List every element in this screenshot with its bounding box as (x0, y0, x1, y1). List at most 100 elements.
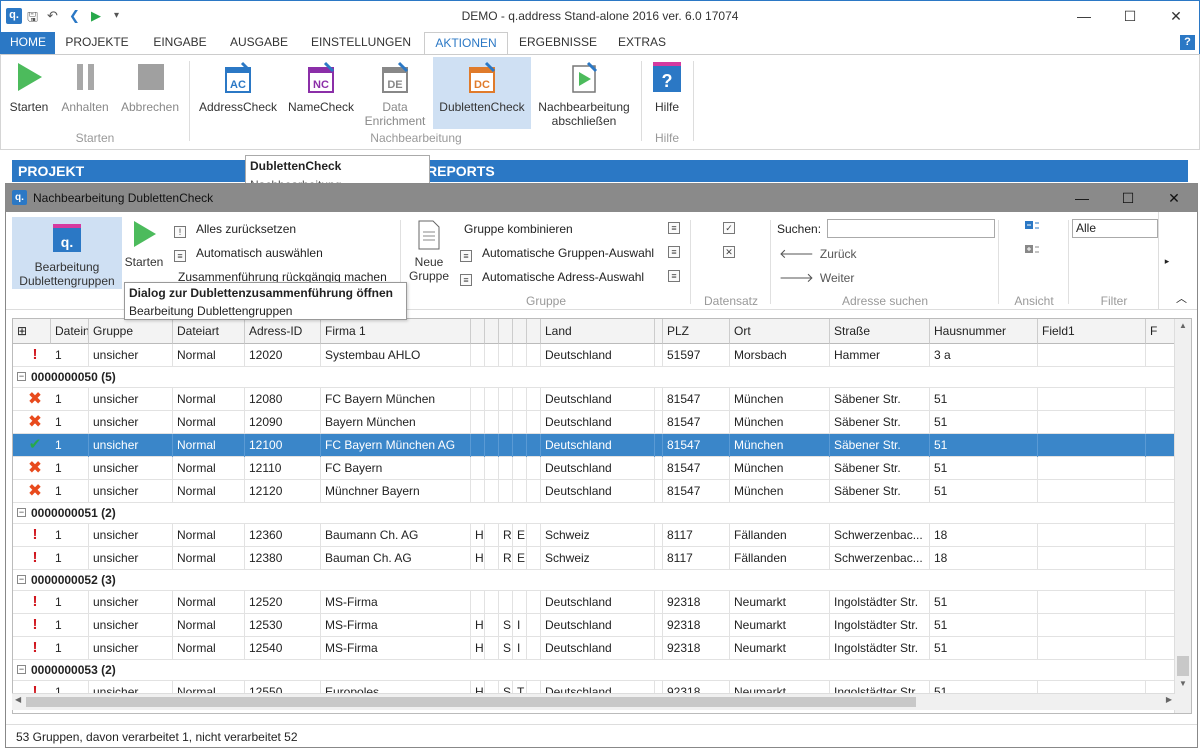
minimize-button[interactable]: — (1061, 1, 1107, 32)
reject-icon[interactable]: ✖ (25, 457, 45, 479)
zurueck-button[interactable]: 🡐 Zurück (779, 246, 857, 262)
namecheck-button[interactable]: NC NameCheck (285, 61, 357, 114)
starten-button[interactable]: Starten (7, 61, 51, 114)
suchen-input[interactable] (827, 219, 995, 238)
table-row[interactable]: ✖ 1 unsicher Normal 12110 FC Bayern Deutschlan… (13, 457, 1176, 480)
dublettencheck-button[interactable]: DC DublettenCheck (433, 57, 531, 129)
reject-icon[interactable]: ✖ (25, 388, 45, 410)
col-land[interactable]: Land (541, 319, 655, 344)
table-row[interactable]: ✖ 1 unsicher Normal 12120 Münchner Bayern Deut… (13, 480, 1176, 503)
col-c1[interactable] (471, 319, 485, 344)
hilfe-button[interactable]: ? Hilfe (647, 61, 687, 114)
col-ort[interactable]: Ort (730, 319, 830, 344)
datensatz-check-icon[interactable]: ✓ (723, 222, 735, 234)
col-adress-id[interactable]: Adress-ID (245, 319, 321, 344)
warning-icon[interactable]: ! (25, 637, 45, 659)
bearbeitung-dublettengruppen-button[interactable]: q. Bearbeitung Dublettengruppen (12, 217, 122, 289)
dialog-starten-button[interactable]: Starten (124, 220, 164, 269)
collapse-group-icon[interactable]: − (17, 575, 26, 584)
automatisch-auswaehlen-button[interactable]: ≡ Automatisch auswählen (174, 246, 323, 262)
col-plz[interactable]: PLZ (663, 319, 730, 344)
datensatz-reject-icon[interactable]: ✕ (723, 246, 735, 258)
addresscheck-button[interactable]: AC AddressCheck (197, 61, 279, 114)
table-row[interactable]: ! 1 unsicher Normal 12360 Baumann Ch. AG H R E Sc… (13, 524, 1176, 547)
scroll-thumb[interactable] (1177, 656, 1189, 676)
group-row[interactable]: −0000000051 (2) (13, 503, 1176, 524)
tab-einstellungen[interactable]: EINSTELLUNGEN (307, 32, 415, 54)
neue-gruppe-button[interactable]: Neue Gruppe (406, 220, 452, 283)
col-gruppe[interactable]: Gruppe (89, 319, 173, 344)
close-button[interactable]: ✕ (1153, 1, 1199, 32)
alles-zuruecksetzen-button[interactable]: ! Alles zurücksetzen (174, 222, 296, 238)
group-row[interactable]: −0000000053 (2) (13, 660, 1176, 681)
col-strasse[interactable]: Straße (830, 319, 930, 344)
tab-projekte[interactable]: PROJEKTE (61, 32, 133, 54)
auto-gruppen-auswahl-button[interactable]: ≡ Automatische Gruppen-Auswahl (460, 246, 654, 262)
warning-icon[interactable]: ! (25, 614, 45, 636)
accept-icon[interactable]: ✔ (25, 434, 45, 456)
tab-ausgabe[interactable]: AUSGABE (223, 32, 295, 54)
list-check-icon-1[interactable]: ≡ (668, 222, 680, 234)
gruppe-kombinieren-button[interactable]: Gruppe kombinieren (464, 222, 573, 236)
col-c2[interactable] (485, 319, 499, 344)
table-row[interactable]: ! 1 unsicher Normal 12020 Systembau AHLO Deuts… (13, 344, 1176, 367)
nachbearbeitung-abschliessen-button[interactable]: Nachbearbeitung abschließen (535, 61, 633, 128)
abbrechen-button[interactable]: Abbrechen (117, 61, 183, 114)
scroll-right-icon[interactable]: ▶ (1166, 695, 1172, 704)
table-row[interactable]: ! 1 unsicher Normal 12540 MS-Firma H S I Deutschl… (13, 637, 1176, 660)
col-firma1[interactable]: Firma 1 (321, 319, 471, 344)
dialog-close-button[interactable]: ✕ (1151, 184, 1197, 212)
col-dateinr[interactable]: Dateinr.: (51, 319, 89, 344)
tab-extras[interactable]: EXTRAS (611, 32, 673, 54)
list-check-icon-2[interactable]: ≡ (668, 246, 680, 258)
table-row[interactable]: ✖ 1 unsicher Normal 12080 FC Bayern München De… (13, 388, 1176, 411)
col-hausnummer[interactable]: Hausnummer (930, 319, 1038, 344)
warning-icon[interactable]: ! (25, 591, 45, 613)
table-row[interactable]: ! 1 unsicher Normal 12380 Bauman Ch. AG H R E Sch… (13, 547, 1176, 570)
dialog-maximize-button[interactable]: ☐ (1105, 184, 1151, 212)
col-field1[interactable]: Field1 (1038, 319, 1146, 344)
collapse-group-icon[interactable]: − (17, 508, 26, 517)
col-c4[interactable] (513, 319, 527, 344)
horizontal-scrollbar[interactable]: ◀ ▶ (12, 693, 1175, 710)
group-row[interactable]: −0000000052 (3) (13, 570, 1176, 591)
anhalten-button[interactable]: Anhalten (57, 61, 113, 114)
col-c5[interactable] (527, 319, 541, 344)
table-row[interactable]: ✔ 1 unsicher Normal 12100 FC Bayern München A… (13, 434, 1176, 457)
collapse-group-icon[interactable]: − (17, 665, 26, 674)
help-icon[interactable]: ? (1180, 35, 1195, 50)
scroll-left-icon[interactable]: ◀ (15, 695, 21, 704)
warning-icon[interactable]: ! (25, 524, 45, 546)
table-row[interactable]: ! 1 unsicher Normal 12530 MS-Firma H S I Deutschl… (13, 614, 1176, 637)
tab-home[interactable]: HOME (1, 32, 55, 54)
reject-icon[interactable]: ✖ (25, 411, 45, 433)
column-chooser-icon[interactable]: ⊞ (13, 319, 51, 344)
col-c6[interactable] (655, 319, 663, 344)
auto-adress-auswahl-button[interactable]: ≡ Automatische Adress-Auswahl (460, 270, 644, 286)
tab-eingabe[interactable]: EINGABE (144, 32, 216, 54)
col-dateiart[interactable]: Dateiart (173, 319, 245, 344)
col-c3[interactable] (499, 319, 513, 344)
collapse-group-icon[interactable]: − (17, 372, 26, 381)
tab-aktionen[interactable]: AKTIONEN (424, 32, 508, 54)
warning-icon[interactable]: ! (25, 344, 45, 366)
maximize-button[interactable]: ☐ (1107, 1, 1153, 32)
scroll-up-icon[interactable]: ▲ (1179, 321, 1187, 330)
expand-all-icon[interactable] (1024, 244, 1040, 256)
dialog-minimize-button[interactable]: — (1059, 184, 1105, 212)
tab-ergebnisse[interactable]: ERGEBNISSE (516, 32, 600, 54)
scroll-down-icon[interactable]: ▼ (1179, 679, 1187, 688)
ribbon-scroll-right-icon[interactable]: ▸ (1158, 212, 1175, 310)
table-row[interactable]: ! 1 unsicher Normal 12520 MS-Firma Deutschland… (13, 591, 1176, 614)
vertical-scrollbar[interactable]: ▲ ▼ (1174, 319, 1191, 713)
weiter-button[interactable]: 🡒 Weiter (779, 270, 854, 286)
reject-icon[interactable]: ✖ (25, 480, 45, 502)
ribbon-collapse-icon[interactable]: ︿ (1176, 290, 1187, 306)
data-enrichment-button[interactable]: DE Data Enrichment (361, 61, 429, 128)
filter-dropdown[interactable]: Alle (1072, 219, 1158, 238)
warning-icon[interactable]: ! (25, 547, 45, 569)
table-row[interactable]: ✖ 1 unsicher Normal 12090 Bayern München Deuts… (13, 411, 1176, 434)
hscroll-thumb[interactable] (26, 697, 916, 707)
collapse-all-icon[interactable] (1024, 220, 1040, 232)
group-row[interactable]: −0000000050 (5) (13, 367, 1176, 388)
